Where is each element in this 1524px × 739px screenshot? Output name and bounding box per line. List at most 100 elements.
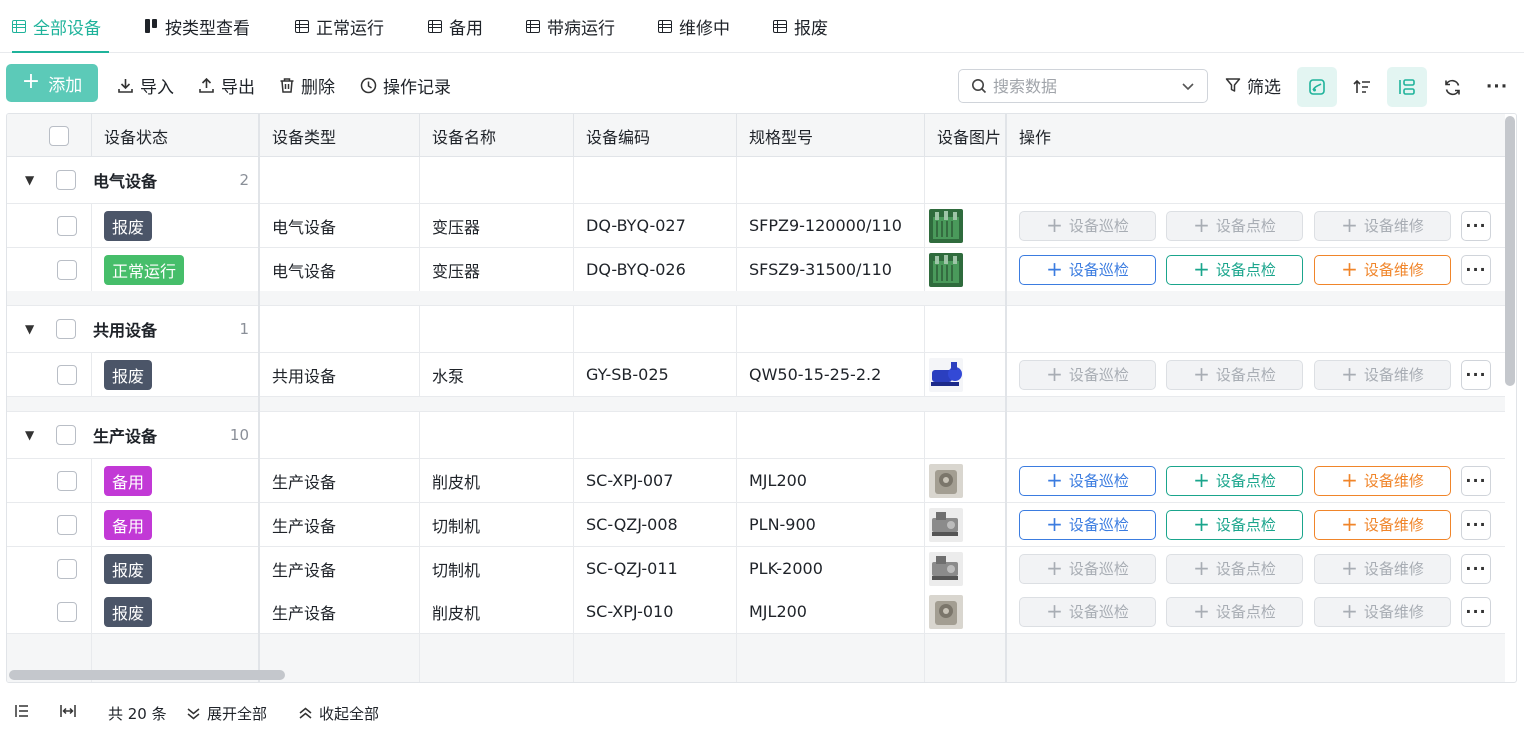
column-width-button[interactable] (59, 703, 77, 719)
table-row[interactable]: 报废 生产设备 削皮机 SC-XPJ-010 MJL200 + 设备巡检 + 设备点… (7, 590, 1505, 634)
equipment-image[interactable] (929, 357, 963, 392)
caret-down-icon[interactable]: ▼ (25, 173, 34, 187)
table-row[interactable]: 报废 共用设备 水泵 GY-SB-025 QW50-15-25-2.2 + 设备巡… (7, 353, 1505, 397)
color-rules-button[interactable] (1297, 67, 1337, 107)
caret-down-icon[interactable]: ▼ (25, 322, 34, 336)
spot-check-button[interactable]: + 设备点检 (1166, 465, 1303, 496)
spec-cell[interactable]: SFPZ9-120000/110 (737, 204, 925, 247)
inspect-button[interactable]: + 设备巡检 (1019, 254, 1156, 285)
spec-cell[interactable]: SFSZ9-31500/110 (737, 248, 925, 291)
spec-cell[interactable]: PLN-900 (737, 503, 925, 546)
delete-button[interactable]: 删除 (279, 64, 335, 106)
row-checkbox[interactable] (57, 470, 77, 491)
row-checkbox[interactable] (57, 514, 77, 535)
inspect-button[interactable]: + 设备巡检 (1019, 465, 1156, 496)
code-cell[interactable]: DQ-BYQ-027 (574, 204, 737, 247)
repair-button[interactable]: + 设备维修 (1314, 509, 1451, 540)
type-cell[interactable]: 生产设备 (260, 459, 420, 502)
repair-button[interactable]: + 设备维修 (1314, 553, 1451, 584)
refresh-button[interactable] (1432, 67, 1472, 107)
equipment-image[interactable] (929, 551, 963, 586)
equipment-image[interactable] (929, 463, 963, 498)
caret-down-icon[interactable]: ▼ (25, 428, 34, 442)
tab-faulty-running[interactable]: 带病运行 (526, 0, 615, 52)
sort-button[interactable] (1342, 67, 1382, 107)
table-row[interactable]: 报废 电气设备 变压器 DQ-BYQ-027 SFPZ9-120000/110 … (7, 204, 1505, 248)
code-cell[interactable]: SC-XPJ-010 (574, 590, 737, 633)
filter-button[interactable]: 筛选 (1225, 64, 1281, 106)
chevron-down-icon[interactable] (1181, 76, 1195, 96)
code-cell[interactable]: GY-SB-025 (574, 353, 737, 396)
code-cell[interactable]: SC-XPJ-007 (574, 459, 737, 502)
inspect-button[interactable]: + 设备巡检 (1019, 596, 1156, 627)
spot-check-button[interactable]: + 设备点检 (1166, 359, 1303, 390)
equipment-image[interactable] (929, 507, 963, 542)
group-header-row[interactable]: ▼ 共用设备 1 (7, 306, 1505, 353)
group-toggle[interactable]: ▼ (7, 412, 92, 458)
row-checkbox[interactable] (57, 364, 77, 385)
spot-check-button[interactable]: + 设备点检 (1166, 254, 1303, 285)
expand-all-button[interactable]: 展开全部 (186, 703, 267, 724)
tab-by-type[interactable]: 按类型查看 (145, 0, 250, 52)
more-options-button[interactable]: ··· (1477, 67, 1517, 107)
repair-button[interactable]: + 设备维修 (1314, 359, 1451, 390)
add-button[interactable]: + 添加 (6, 64, 98, 102)
name-cell[interactable]: 削皮机 (420, 459, 574, 502)
select-all-checkbox[interactable] (49, 125, 69, 146)
row-checkbox[interactable] (57, 558, 77, 579)
type-cell[interactable]: 生产设备 (260, 590, 420, 633)
name-cell[interactable]: 水泵 (420, 353, 574, 396)
spot-check-button[interactable]: + 设备点检 (1166, 509, 1303, 540)
inspect-button[interactable]: + 设备巡检 (1019, 359, 1156, 390)
type-cell[interactable]: 共用设备 (260, 353, 420, 396)
group-checkbox[interactable] (56, 425, 77, 445)
row-more-button[interactable]: ··· (1461, 596, 1491, 627)
table-row[interactable]: 备用 生产设备 切制机 SC-QZJ-008 PLN-900 + 设备巡检 + 设备… (7, 503, 1505, 547)
collapse-all-button[interactable]: 收起全部 (298, 703, 379, 724)
repair-button[interactable]: + 设备维修 (1314, 596, 1451, 627)
spec-cell[interactable]: PLK-2000 (737, 547, 925, 590)
spec-cell[interactable]: MJL200 (737, 459, 925, 502)
name-cell[interactable]: 变压器 (420, 248, 574, 291)
header-spec[interactable]: 规格型号 (737, 114, 925, 157)
row-more-button[interactable]: ··· (1461, 254, 1491, 285)
code-cell[interactable]: DQ-BYQ-026 (574, 248, 737, 291)
table-row[interactable]: 报废 生产设备 切制机 SC-QZJ-011 PLK-2000 + 设备巡检 + 设… (7, 547, 1505, 591)
equipment-image[interactable] (929, 252, 963, 287)
repair-button[interactable]: + 设备维修 (1314, 210, 1451, 241)
name-cell[interactable]: 切制机 (420, 547, 574, 590)
group-checkbox[interactable] (56, 319, 77, 339)
row-more-button[interactable]: ··· (1461, 553, 1491, 584)
code-cell[interactable]: SC-QZJ-008 (574, 503, 737, 546)
tab-scrapped[interactable]: 报废 (773, 0, 828, 52)
group-toggle[interactable]: ▼ (7, 306, 92, 352)
row-more-button[interactable]: ··· (1461, 465, 1491, 496)
code-cell[interactable]: SC-QZJ-011 (574, 547, 737, 590)
group-header-row[interactable]: ▼ 生产设备 10 (7, 412, 1505, 459)
group-button[interactable] (1387, 67, 1427, 107)
tab-under-repair[interactable]: 维修中 (658, 0, 730, 52)
operation-log-button[interactable]: 操作记录 (360, 64, 451, 106)
header-status[interactable]: 设备状态 (92, 114, 260, 157)
row-height-button[interactable] (14, 703, 30, 719)
search-input[interactable] (993, 76, 1173, 96)
vertical-scrollbar[interactable] (1505, 116, 1515, 386)
repair-button[interactable]: + 设备维修 (1314, 254, 1451, 285)
row-checkbox[interactable] (57, 601, 77, 622)
tab-normal[interactable]: 正常运行 (295, 0, 384, 52)
inspect-button[interactable]: + 设备巡检 (1019, 509, 1156, 540)
row-more-button[interactable]: ··· (1461, 210, 1491, 241)
equipment-image[interactable] (929, 208, 963, 243)
type-cell[interactable]: 生产设备 (260, 503, 420, 546)
table-row[interactable]: 备用 生产设备 削皮机 SC-XPJ-007 MJL200 + 设备巡检 + 设备点… (7, 459, 1505, 503)
repair-button[interactable]: + 设备维修 (1314, 465, 1451, 496)
header-type[interactable]: 设备类型 (260, 114, 420, 157)
search-box[interactable] (958, 69, 1208, 103)
horizontal-scrollbar[interactable] (9, 670, 285, 680)
type-cell[interactable]: 电气设备 (260, 248, 420, 291)
spot-check-button[interactable]: + 设备点检 (1166, 596, 1303, 627)
header-code[interactable]: 设备编码 (574, 114, 737, 157)
header-image[interactable]: 设备图片 (925, 114, 1007, 157)
inspect-button[interactable]: + 设备巡检 (1019, 553, 1156, 584)
row-checkbox[interactable] (57, 215, 77, 236)
